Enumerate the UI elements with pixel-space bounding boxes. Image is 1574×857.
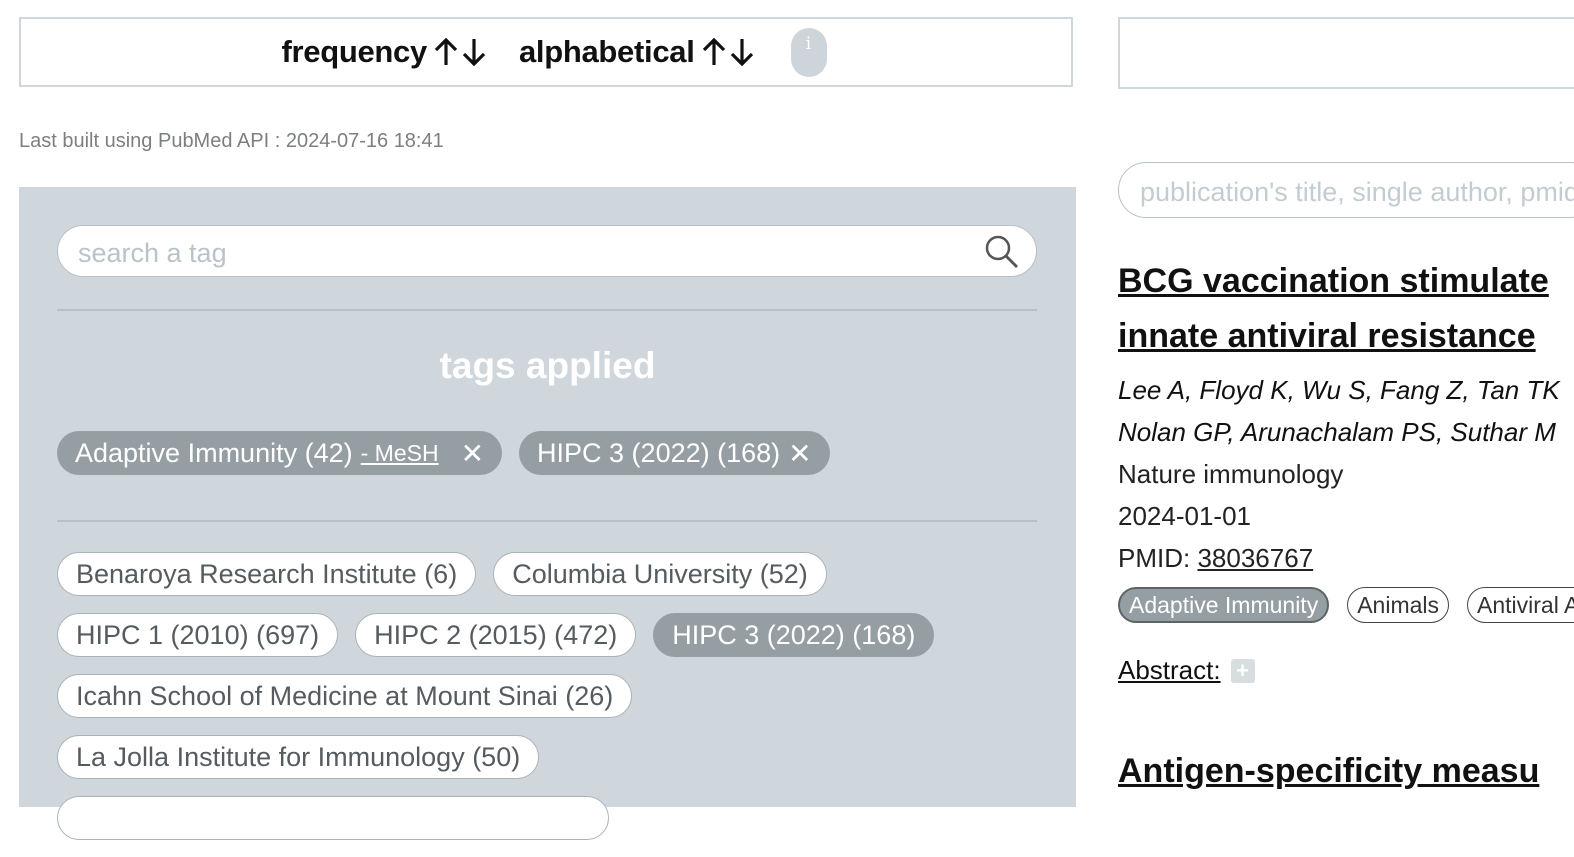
publication-title-line: BCG vaccination stimulate <box>1118 262 1549 300</box>
arrow-down-icon[interactable] <box>729 37 755 67</box>
applied-tag: HIPC 3 (2022) (168) ✕ <box>519 431 830 475</box>
arrow-up-icon[interactable] <box>433 37 459 67</box>
publication-title[interactable]: Antigen-specificity measu <box>1118 744 1574 799</box>
tag-search-input[interactable] <box>76 236 960 270</box>
tag-pill[interactable]: HIPC 1 (2010) (697) <box>57 613 339 657</box>
authors-line: Nolan GP, Arunachalam PS, Suthar M <box>1118 417 1556 447</box>
abstract-label[interactable]: Abstract: <box>1118 655 1221 686</box>
tag-pill[interactable]: Icahn School of Medicine at Mount Sinai … <box>57 674 633 718</box>
last-built-text: Last built using PubMed API : 2024-07-16… <box>19 130 444 152</box>
publication-authors: Lee A, Floyd K, Wu S, Fang Z, Tan TK Nol… <box>1118 369 1574 453</box>
publication-search-box <box>1118 162 1574 218</box>
mesh-link[interactable]: - MeSH <box>361 440 439 467</box>
publication-title-line: innate antiviral resistance <box>1118 317 1536 355</box>
tag-pill[interactable]: HIPC 2 (2015) (472) <box>355 613 637 657</box>
info-icon[interactable]: i <box>790 27 827 77</box>
publication-title-line: Antigen-specificity measu <box>1118 752 1540 790</box>
tag-list: Benaroya Research Institute (6) Columbia… <box>57 552 1057 857</box>
right-top-box <box>1118 17 1574 89</box>
publication-tag[interactable]: Antiviral Ag <box>1467 587 1574 623</box>
tag-pill-partial[interactable] <box>57 796 609 840</box>
sort-alphabetical-label: alphabetical <box>518 34 695 69</box>
publication-pmid: PMID: 38036767 <box>1118 537 1574 579</box>
applied-tags: Adaptive Immunity (42) - MeSH ✕ HIPC 3 (… <box>57 431 830 475</box>
sort-bar: frequency alphabetical i <box>19 17 1073 87</box>
divider <box>57 520 1037 522</box>
pmid-label: PMID: <box>1118 543 1191 573</box>
remove-tag-icon[interactable]: ✕ <box>461 437 484 470</box>
applied-tag: Adaptive Immunity (42) - MeSH ✕ <box>57 431 503 475</box>
tag-pill[interactable]: Benaroya Research Institute (6) <box>57 552 477 596</box>
search-icon[interactable] <box>984 234 1020 270</box>
publication-item: Antigen-specificity measu <box>1118 744 1574 799</box>
abstract-row: Abstract: + <box>1118 655 1574 686</box>
tag-pill-selected[interactable]: HIPC 3 (2022) (168) <box>653 613 935 657</box>
tag-search-box <box>57 225 1037 277</box>
sort-frequency-button[interactable]: frequency <box>281 34 486 70</box>
tags-applied-heading: tags applied <box>439 345 656 386</box>
divider <box>57 309 1037 311</box>
tag-pill[interactable]: Columbia University (52) <box>493 552 827 596</box>
sort-frequency-label: frequency <box>281 34 427 69</box>
publication-search-input[interactable] <box>1138 175 1574 209</box>
publication-date: 2024-01-01 <box>1118 501 1251 531</box>
publication-tag[interactable]: Animals <box>1347 587 1450 623</box>
tag-pill[interactable]: La Jolla Institute for Immunology (50) <box>57 735 540 779</box>
publication-tag-selected[interactable]: Adaptive Immunity <box>1118 587 1330 623</box>
publication-item: BCG vaccination stimulate innate antivir… <box>1118 254 1574 686</box>
authors-line: Lee A, Floyd K, Wu S, Fang Z, Tan TK <box>1118 375 1560 405</box>
tag-panel: tags applied Adaptive Immunity (42) - Me… <box>19 187 1076 840</box>
arrow-down-icon[interactable] <box>461 37 487 67</box>
publication-title[interactable]: BCG vaccination stimulate innate antivir… <box>1118 254 1574 364</box>
pmid-link[interactable]: 38036767 <box>1197 543 1313 573</box>
remove-tag-icon[interactable]: ✕ <box>788 437 811 470</box>
publication-journal: Nature immunology <box>1118 459 1344 489</box>
publication-tags: Adaptive Immunity Animals Antiviral Ag <box>1118 587 1574 623</box>
applied-tag-label: HIPC 3 (2022) (168) <box>537 437 781 468</box>
expand-abstract-icon[interactable]: + <box>1230 658 1255 683</box>
sort-alphabetical-button[interactable]: alphabetical <box>519 34 755 70</box>
applied-tag-label: Adaptive Immunity (42) <box>75 437 353 468</box>
arrow-up-icon[interactable] <box>701 37 727 67</box>
